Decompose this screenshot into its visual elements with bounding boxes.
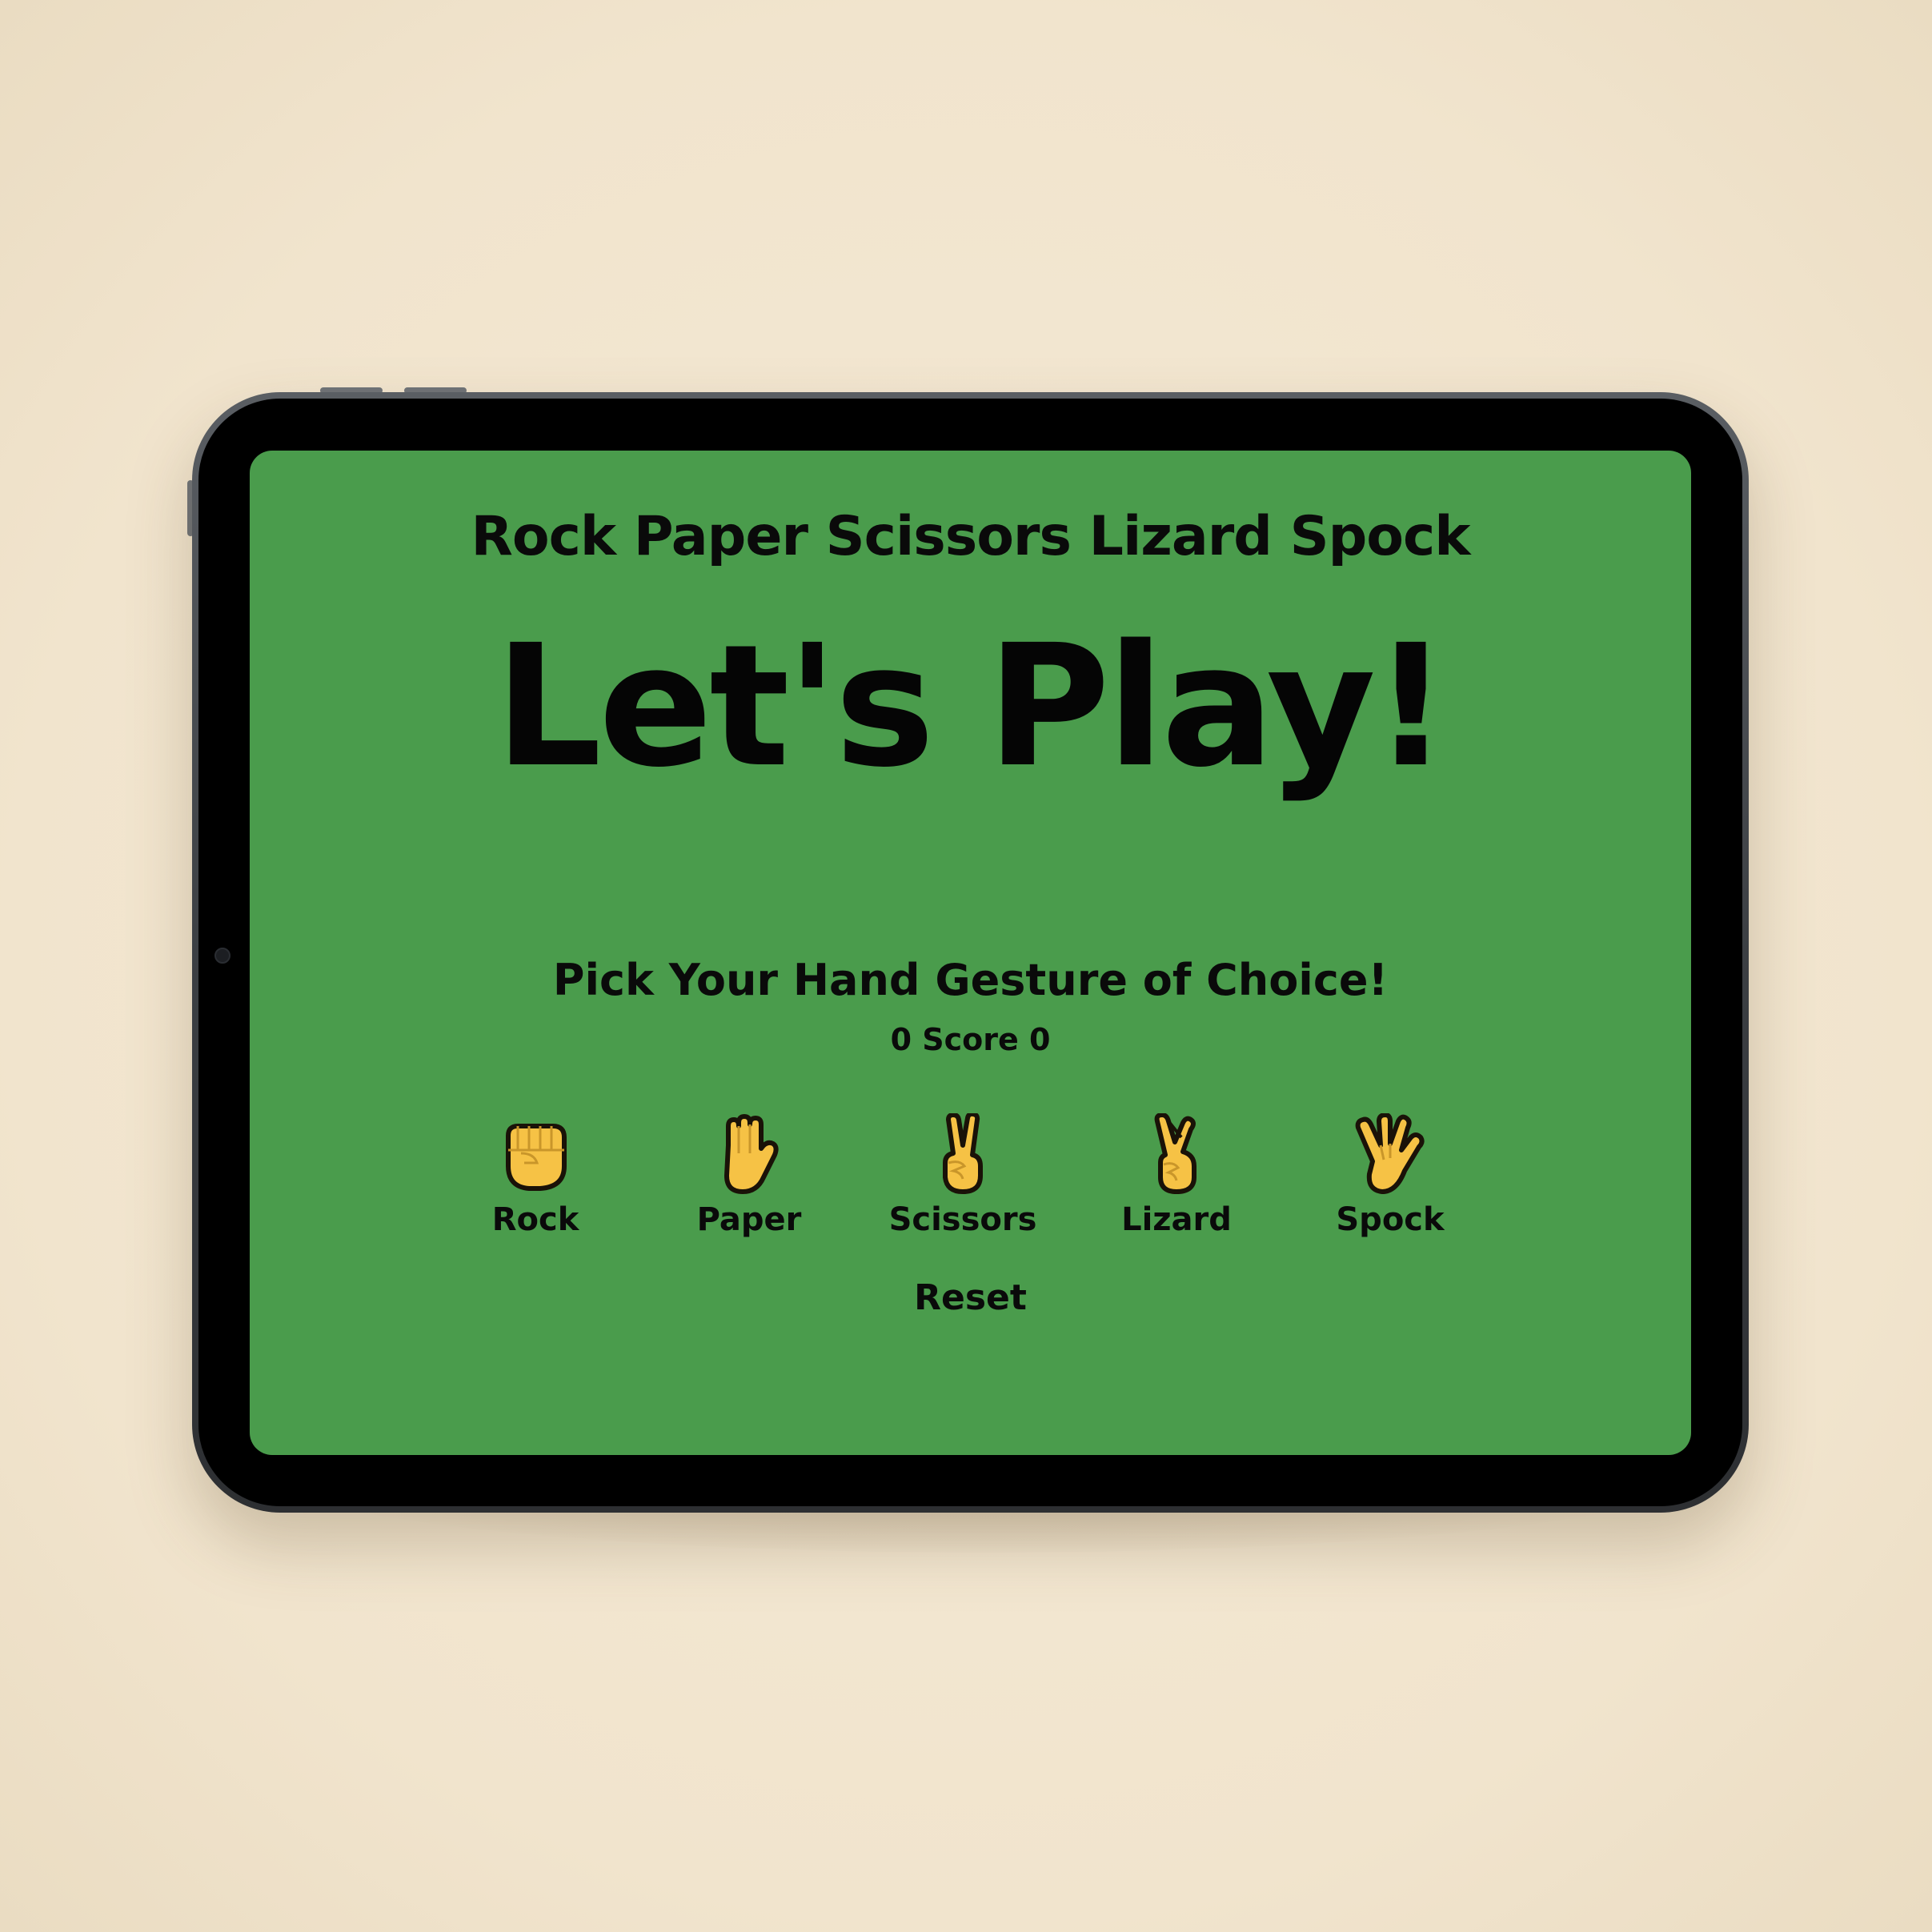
vulcan-salute-icon (1355, 1113, 1425, 1194)
choice-label: Rock (491, 1201, 579, 1238)
lizard-choice-button[interactable]: Lizard (1096, 1107, 1257, 1267)
choice-prompt: Pick Your Hand Gesture of Choice! (552, 955, 1389, 1005)
spock-choice-button[interactable]: Spock (1310, 1107, 1470, 1267)
mockup-stage: Rock Paper Scissors Lizard Spock Let's P… (0, 0, 1932, 1932)
choice-label: Scissors (888, 1201, 1037, 1238)
game-subtitle: Rock Paper Scissors Lizard Spock (471, 505, 1470, 568)
choice-label: Spock (1336, 1201, 1445, 1238)
scissors-choice-button[interactable]: Scissors (883, 1107, 1043, 1267)
raised-hand-icon (724, 1114, 779, 1194)
raised-fist-icon (506, 1124, 567, 1191)
choice-label: Paper (696, 1201, 802, 1238)
headline: Let's Play! (495, 608, 1449, 804)
choice-label: Lizard (1121, 1201, 1232, 1238)
crossed-fingers-icon (1154, 1113, 1196, 1194)
gesture-choices: Rock Paper Scissors Lizard Spock (463, 1107, 1478, 1267)
victory-hand-icon (943, 1113, 983, 1194)
front-camera (214, 948, 230, 964)
game-screen: Rock Paper Scissors Lizard Spock Let's P… (250, 451, 1691, 1455)
reset-button[interactable]: Reset (914, 1277, 1027, 1318)
paper-choice-button[interactable]: Paper (669, 1107, 829, 1267)
rock-choice-button[interactable]: Rock (455, 1107, 615, 1267)
score-display: 0 Score 0 (890, 1022, 1051, 1057)
